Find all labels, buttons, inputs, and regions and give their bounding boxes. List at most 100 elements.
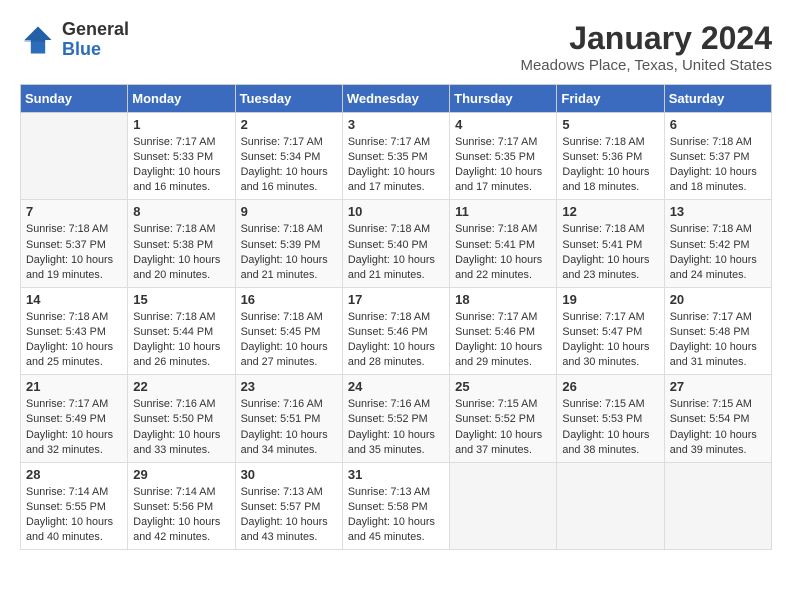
calendar-cell: 15Sunrise: 7:18 AMSunset: 5:44 PMDayligh… bbox=[128, 287, 235, 374]
day-detail: Sunrise: 7:17 AMSunset: 5:47 PMDaylight:… bbox=[562, 310, 658, 370]
day-detail: Sunrise: 7:18 AMSunset: 5:40 PMDaylight:… bbox=[348, 222, 444, 282]
day-number: 1 bbox=[133, 117, 229, 132]
day-detail: Sunrise: 7:18 AMSunset: 5:37 PMDaylight:… bbox=[26, 222, 122, 282]
day-detail: Sunrise: 7:13 AMSunset: 5:58 PMDaylight:… bbox=[348, 485, 444, 545]
day-detail: Sunrise: 7:16 AMSunset: 5:50 PMDaylight:… bbox=[133, 397, 229, 457]
calendar-cell: 3 Sunrise: 7:17 AMSunset: 5:35 PMDaylight… bbox=[342, 113, 449, 200]
calendar-cell: 4Sunrise: 7:17 AMSunset: 5:35 PMDaylight… bbox=[450, 113, 557, 200]
day-number: 31 bbox=[348, 467, 444, 482]
weekday-header: Friday bbox=[557, 85, 664, 113]
page-header: General Blue January 2024 Meadows Place,… bbox=[20, 20, 772, 74]
calendar-cell: 7 Sunrise: 7:18 AMSunset: 5:37 PMDaylight… bbox=[21, 200, 128, 287]
calendar-cell bbox=[557, 462, 664, 549]
calendar-week-row: 21Sunrise: 7:17 AMSunset: 5:49 PMDayligh… bbox=[21, 375, 772, 462]
day-number: 23 bbox=[241, 379, 337, 394]
day-number: 20 bbox=[670, 292, 766, 307]
day-detail: Sunrise: 7:14 AMSunset: 5:56 PMDaylight:… bbox=[133, 485, 229, 545]
day-detail: Sunrise: 7:15 AMSunset: 5:53 PMDaylight:… bbox=[562, 397, 658, 457]
calendar-cell: 18Sunrise: 7:17 AMSunset: 5:46 PMDayligh… bbox=[450, 287, 557, 374]
calendar-cell: 2 Sunrise: 7:17 AMSunset: 5:34 PMDaylight… bbox=[235, 113, 342, 200]
calendar-cell: 11Sunrise: 7:18 AMSunset: 5:41 PMDayligh… bbox=[450, 200, 557, 287]
day-detail: Sunrise: 7:15 AMSunset: 5:54 PMDaylight:… bbox=[670, 397, 766, 457]
day-number: 6 bbox=[670, 117, 766, 132]
page-subtitle: Meadows Place, Texas, United States bbox=[520, 57, 772, 74]
day-number: 30 bbox=[241, 467, 337, 482]
calendar-table: SundayMondayTuesdayWednesdayThursdayFrid… bbox=[20, 84, 772, 550]
day-detail: Sunrise: 7:17 AMSunset: 5:48 PMDaylight:… bbox=[670, 310, 766, 370]
day-detail: Sunrise: 7:16 AMSunset: 5:51 PMDaylight:… bbox=[241, 397, 337, 457]
weekday-header: Wednesday bbox=[342, 85, 449, 113]
calendar-cell: 8 Sunrise: 7:18 AMSunset: 5:38 PMDaylight… bbox=[128, 200, 235, 287]
day-detail: Sunrise: 7:16 AMSunset: 5:52 PMDaylight:… bbox=[348, 397, 444, 457]
calendar-cell: 9 Sunrise: 7:18 AMSunset: 5:39 PMDaylight… bbox=[235, 200, 342, 287]
logo-icon bbox=[20, 22, 56, 58]
weekday-header: Sunday bbox=[21, 85, 128, 113]
weekday-header: Saturday bbox=[664, 85, 771, 113]
day-number: 5 bbox=[562, 117, 658, 132]
day-number: 4 bbox=[455, 117, 551, 132]
day-number: 26 bbox=[562, 379, 658, 394]
calendar-cell: 28 Sunrise: 7:14 AMSunset: 5:55 PMDayligh… bbox=[21, 462, 128, 549]
day-number: 25 bbox=[455, 379, 551, 394]
day-detail: Sunrise: 7:18 AMSunset: 5:37 PMDaylight:… bbox=[670, 135, 766, 195]
day-detail: Sunrise: 7:18 AMSunset: 5:38 PMDaylight:… bbox=[133, 222, 229, 282]
day-number: 19 bbox=[562, 292, 658, 307]
calendar-week-row: 28 Sunrise: 7:14 AMSunset: 5:55 PMDayligh… bbox=[21, 462, 772, 549]
day-number: 11 bbox=[455, 204, 551, 219]
day-detail: Sunrise: 7:18 AMSunset: 5:36 PMDaylight:… bbox=[562, 135, 658, 195]
calendar-cell: 20 Sunrise: 7:17 AMSunset: 5:48 PMDayligh… bbox=[664, 287, 771, 374]
day-detail: Sunrise: 7:15 AMSunset: 5:52 PMDaylight:… bbox=[455, 397, 551, 457]
calendar-cell: 10 Sunrise: 7:18 AMSunset: 5:40 PMDayligh… bbox=[342, 200, 449, 287]
day-number: 7 bbox=[26, 204, 122, 219]
calendar-cell: 16 Sunrise: 7:18 AMSunset: 5:45 PMDayligh… bbox=[235, 287, 342, 374]
calendar-cell: 24 Sunrise: 7:16 AMSunset: 5:52 PMDayligh… bbox=[342, 375, 449, 462]
calendar-header-row: SundayMondayTuesdayWednesdayThursdayFrid… bbox=[21, 85, 772, 113]
weekday-header: Thursday bbox=[450, 85, 557, 113]
day-number: 17 bbox=[348, 292, 444, 307]
day-number: 10 bbox=[348, 204, 444, 219]
calendar-cell bbox=[450, 462, 557, 549]
calendar-cell: 29Sunrise: 7:14 AMSunset: 5:56 PMDayligh… bbox=[128, 462, 235, 549]
weekday-header: Monday bbox=[128, 85, 235, 113]
day-detail: Sunrise: 7:18 AMSunset: 5:39 PMDaylight:… bbox=[241, 222, 337, 282]
title-block: January 2024 Meadows Place, Texas, Unite… bbox=[520, 20, 772, 74]
day-number: 22 bbox=[133, 379, 229, 394]
day-number: 2 bbox=[241, 117, 337, 132]
calendar-cell: 22 Sunrise: 7:16 AMSunset: 5:50 PMDayligh… bbox=[128, 375, 235, 462]
calendar-cell bbox=[21, 113, 128, 200]
calendar-cell: 19 Sunrise: 7:17 AMSunset: 5:47 PMDayligh… bbox=[557, 287, 664, 374]
day-number: 9 bbox=[241, 204, 337, 219]
day-number: 16 bbox=[241, 292, 337, 307]
day-number: 14 bbox=[26, 292, 122, 307]
calendar-cell: 5 Sunrise: 7:18 AMSunset: 5:36 PMDaylight… bbox=[557, 113, 664, 200]
day-number: 13 bbox=[670, 204, 766, 219]
day-detail: Sunrise: 7:18 AMSunset: 5:45 PMDaylight:… bbox=[241, 310, 337, 370]
calendar-week-row: 1Sunrise: 7:17 AMSunset: 5:33 PMDaylight… bbox=[21, 113, 772, 200]
day-number: 8 bbox=[133, 204, 229, 219]
day-detail: Sunrise: 7:17 AMSunset: 5:35 PMDaylight:… bbox=[348, 135, 444, 195]
logo-blue: Blue bbox=[62, 40, 129, 60]
calendar-week-row: 7 Sunrise: 7:18 AMSunset: 5:37 PMDaylight… bbox=[21, 200, 772, 287]
calendar-cell: 17Sunrise: 7:18 AMSunset: 5:46 PMDayligh… bbox=[342, 287, 449, 374]
calendar-cell: 30 Sunrise: 7:13 AMSunset: 5:57 PMDayligh… bbox=[235, 462, 342, 549]
logo-text: General Blue bbox=[62, 20, 129, 60]
day-number: 28 bbox=[26, 467, 122, 482]
day-detail: Sunrise: 7:18 AMSunset: 5:42 PMDaylight:… bbox=[670, 222, 766, 282]
calendar-cell: 21Sunrise: 7:17 AMSunset: 5:49 PMDayligh… bbox=[21, 375, 128, 462]
calendar-cell: 13 Sunrise: 7:18 AMSunset: 5:42 PMDayligh… bbox=[664, 200, 771, 287]
day-detail: Sunrise: 7:13 AMSunset: 5:57 PMDaylight:… bbox=[241, 485, 337, 545]
weekday-header: Tuesday bbox=[235, 85, 342, 113]
day-detail: Sunrise: 7:17 AMSunset: 5:34 PMDaylight:… bbox=[241, 135, 337, 195]
day-number: 27 bbox=[670, 379, 766, 394]
calendar-cell: 6 Sunrise: 7:18 AMSunset: 5:37 PMDaylight… bbox=[664, 113, 771, 200]
day-number: 21 bbox=[26, 379, 122, 394]
day-detail: Sunrise: 7:18 AMSunset: 5:43 PMDaylight:… bbox=[26, 310, 122, 370]
calendar-cell: 14 Sunrise: 7:18 AMSunset: 5:43 PMDayligh… bbox=[21, 287, 128, 374]
day-number: 3 bbox=[348, 117, 444, 132]
calendar-cell: 25 Sunrise: 7:15 AMSunset: 5:52 PMDayligh… bbox=[450, 375, 557, 462]
day-number: 15 bbox=[133, 292, 229, 307]
calendar-cell: 12Sunrise: 7:18 AMSunset: 5:41 PMDayligh… bbox=[557, 200, 664, 287]
day-number: 24 bbox=[348, 379, 444, 394]
day-detail: Sunrise: 7:14 AMSunset: 5:55 PMDaylight:… bbox=[26, 485, 122, 545]
calendar-cell: 31 Sunrise: 7:13 AMSunset: 5:58 PMDayligh… bbox=[342, 462, 449, 549]
